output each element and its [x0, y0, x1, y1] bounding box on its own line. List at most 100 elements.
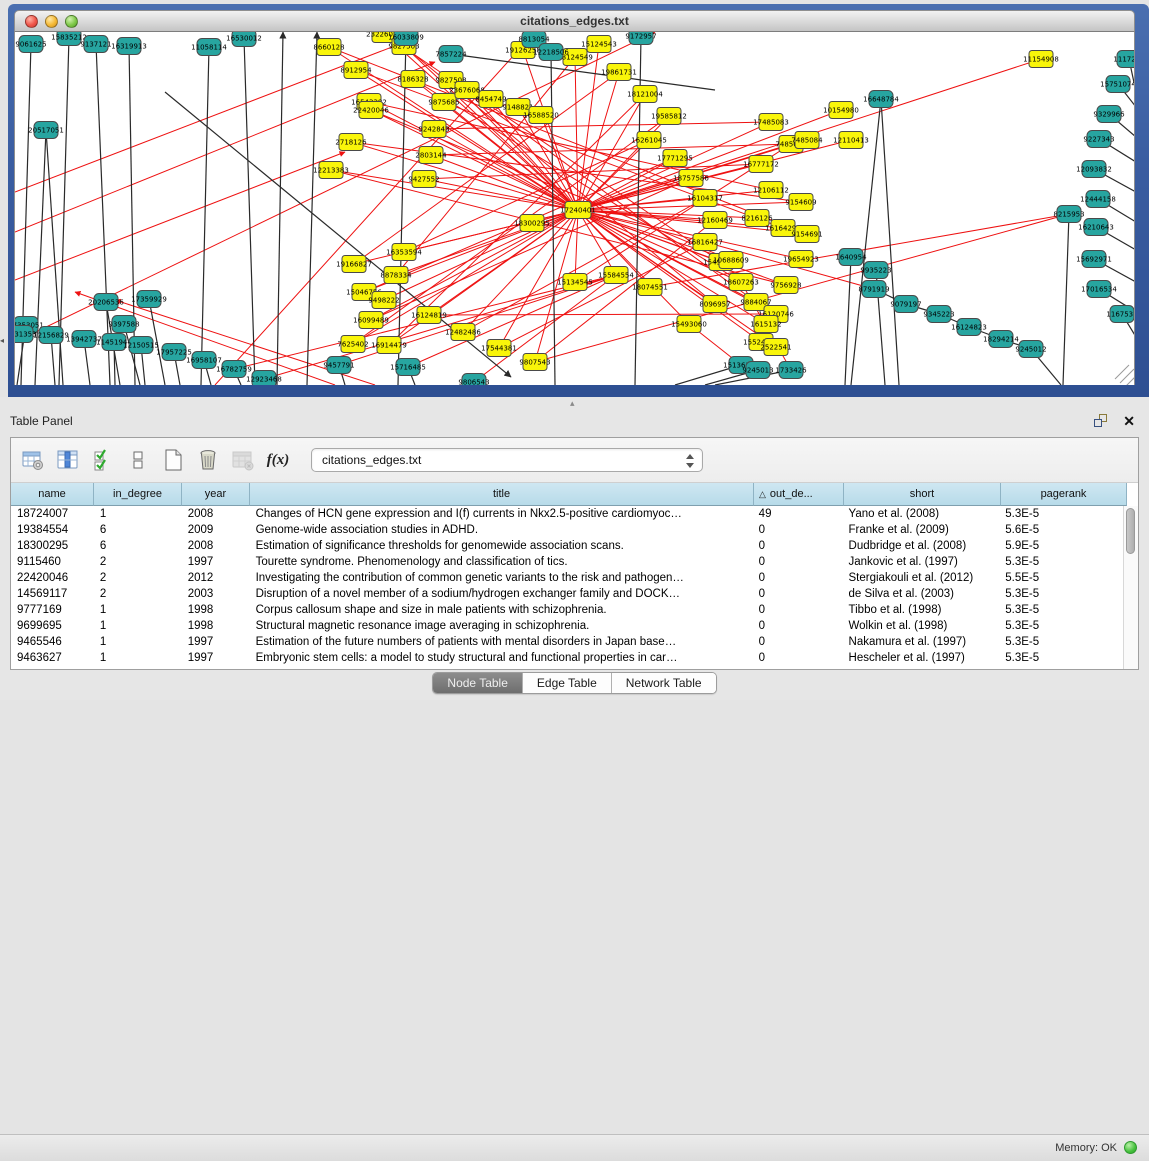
- graph-node[interactable]: 9345223: [923, 306, 954, 323]
- west-panel-collapse-handle[interactable]: ◂: [0, 333, 8, 349]
- graph-node[interactable]: 16099489: [353, 312, 389, 329]
- table-cell[interactable]: 5.6E-5: [999, 522, 1125, 538]
- table-source-select[interactable]: citations_edges.txt: [311, 448, 703, 472]
- table-cell[interactable]: 19384554: [11, 522, 94, 538]
- show-columns-icon[interactable]: [55, 447, 81, 473]
- graph-node[interactable]: 15751074: [1100, 76, 1135, 93]
- column-header-name[interactable]: name: [11, 483, 94, 506]
- table-cell[interactable]: Structural magnetic resonance image aver…: [250, 618, 753, 634]
- graph-node[interactable]: 9242843: [418, 121, 449, 138]
- graph-node[interactable]: 9227343: [1083, 131, 1114, 148]
- table-cell[interactable]: Tibbo et al. (1998): [843, 602, 1000, 618]
- scrollbar-thumb[interactable]: [1126, 508, 1135, 554]
- table-cell[interactable]: 2012: [182, 570, 250, 586]
- graph-node[interactable]: 1733426: [775, 362, 807, 379]
- graph-node[interactable]: 16648784: [863, 91, 899, 108]
- graph-node[interactable]: 19166827: [336, 256, 372, 273]
- graph-node[interactable]: 16777172: [743, 156, 779, 173]
- graph-node[interactable]: 11058114: [191, 39, 227, 56]
- graph-node[interactable]: 8878334: [380, 267, 412, 284]
- table-cell[interactable]: 0: [753, 650, 843, 666]
- table-row[interactable]: 946362711997Embryonic stem cells: a mode…: [11, 650, 1125, 666]
- table-cell[interactable]: 2003: [182, 586, 250, 602]
- graph-node[interactable]: 9172957: [625, 32, 656, 45]
- graph-node[interactable]: 2718126: [335, 134, 367, 151]
- delete-column-icon[interactable]: [195, 447, 221, 473]
- graph-node[interactable]: 1640954: [835, 249, 867, 266]
- column-header-out_de[interactable]: △out_de...: [754, 483, 844, 506]
- graph-node[interactable]: 7485084: [791, 132, 823, 149]
- table-cell[interactable]: 1998: [182, 602, 250, 618]
- graph-node[interactable]: 9061625: [15, 36, 46, 53]
- table-cell[interactable]: 1997: [182, 554, 250, 570]
- graph-node[interactable]: 12482486: [445, 324, 481, 341]
- table-cell[interactable]: Tourette syndrome. Phenomenology and cla…: [250, 554, 753, 570]
- graph-node[interactable]: 8096957: [699, 296, 730, 313]
- graph-node[interactable]: 8791919: [858, 281, 889, 298]
- float-panel-icon[interactable]: [1094, 414, 1109, 429]
- graph-node[interactable]: 9329966: [1093, 106, 1125, 123]
- table-cell[interactable]: 5.5E-5: [999, 570, 1125, 586]
- table-cell[interactable]: 9699695: [11, 618, 94, 634]
- table-cell[interactable]: 18300295: [11, 538, 94, 554]
- graph-node[interactable]: 19861731: [601, 64, 637, 81]
- graph-node[interactable]: 8215953: [1053, 206, 1084, 223]
- graph-node[interactable]: 15124543: [581, 36, 617, 53]
- table-cell[interactable]: 9463627: [11, 650, 94, 666]
- table-row[interactable]: 1938455462009Genome-wide association stu…: [11, 522, 1125, 538]
- graph-node[interactable]: 9137121: [80, 36, 111, 53]
- table-cell[interactable]: 1: [94, 650, 182, 666]
- graph-node[interactable]: 9498222: [368, 292, 399, 309]
- row-merge-icon[interactable]: [125, 447, 151, 473]
- table-cell[interactable]: Estimation of the future numbers of pati…: [250, 634, 753, 650]
- tab-network-table[interactable]: Network Table: [612, 673, 716, 693]
- graph-node[interactable]: 19654923: [783, 251, 819, 268]
- graph-node[interactable]: 12213383: [313, 162, 349, 179]
- graph-node[interactable]: 9427552: [408, 171, 439, 188]
- table-cell[interactable]: 1998: [182, 618, 250, 634]
- table-cell[interactable]: 0: [753, 586, 843, 602]
- graph-node[interactable]: 16210643: [1078, 219, 1114, 236]
- graph-node[interactable]: 12106112: [753, 182, 789, 199]
- network-canvas[interactable]: 1724040118300295232260589827503866012889…: [14, 32, 1135, 385]
- graph-node[interactable]: 17016534: [1081, 281, 1117, 298]
- table-cell[interactable]: 49: [753, 506, 843, 522]
- window-resize-grip[interactable]: [1120, 369, 1134, 383]
- table-cell[interactable]: 0: [753, 618, 843, 634]
- graph-node[interactable]: 9935223: [860, 262, 891, 279]
- table-cell[interactable]: 1: [94, 618, 182, 634]
- graph-node[interactable]: 15134545: [557, 274, 593, 291]
- graph-node[interactable]: 10688609: [713, 252, 749, 269]
- graph-node[interactable]: 9397588: [108, 316, 139, 333]
- table-cell[interactable]: 1997: [182, 634, 250, 650]
- table-cell[interactable]: 2009: [182, 522, 250, 538]
- panel-splitter[interactable]: ▴: [0, 397, 1149, 409]
- graph-node[interactable]: 17240401: [560, 202, 596, 219]
- graph-node[interactable]: 16588520: [523, 107, 559, 124]
- graph-node[interactable]: 9806543: [458, 374, 489, 386]
- graph-node[interactable]: 1117291: [1113, 51, 1135, 68]
- table-cell[interactable]: 0: [753, 570, 843, 586]
- table-cell[interactable]: 9115460: [11, 554, 94, 570]
- graph-node[interactable]: 18074551: [632, 279, 668, 296]
- table-row[interactable]: 1456911722003Disruption of a novel membe…: [11, 586, 1125, 602]
- table-cell[interactable]: 1: [94, 506, 182, 522]
- table-cell[interactable]: 2008: [182, 538, 250, 554]
- graph-node[interactable]: 17359929: [131, 291, 167, 308]
- table-cell[interactable]: 0: [753, 538, 843, 554]
- table-cell[interactable]: Changes of HCN gene expression and I(f) …: [250, 506, 753, 522]
- table-cell[interactable]: 5.3E-5: [999, 602, 1125, 618]
- table-cell[interactable]: de Silva et al. (2003): [843, 586, 1000, 602]
- tab-node-table[interactable]: Node Table: [433, 673, 523, 693]
- table-cell[interactable]: 22420046: [11, 570, 94, 586]
- graph-node[interactable]: 18121004: [627, 86, 663, 103]
- graph-node[interactable]: 20517051: [28, 122, 64, 139]
- table-row[interactable]: 946554611997Estimation of the future num…: [11, 634, 1125, 650]
- table-cell[interactable]: 0: [753, 522, 843, 538]
- network-graph[interactable]: 1724040118300295232260589827503866012889…: [15, 32, 1135, 385]
- graph-node[interactable]: 9154691: [791, 226, 822, 243]
- graph-node[interactable]: 12444158: [1080, 191, 1116, 208]
- graph-node[interactable]: 9245012: [1015, 341, 1046, 358]
- table-row[interactable]: 911546021997Tourette syndrome. Phenomeno…: [11, 554, 1125, 570]
- graph-node[interactable]: 15692971: [1076, 251, 1112, 268]
